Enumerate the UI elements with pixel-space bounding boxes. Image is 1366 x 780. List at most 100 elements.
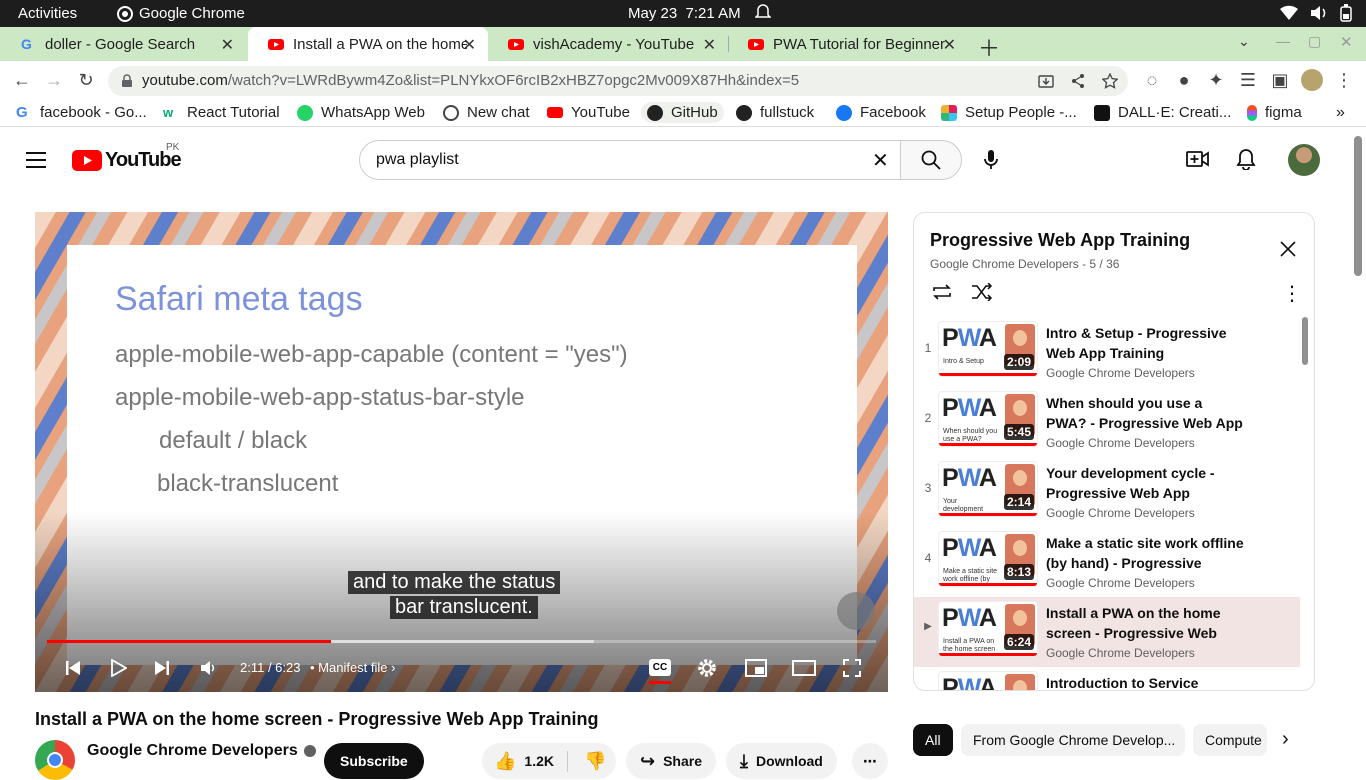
system-tray[interactable] xyxy=(1280,4,1352,22)
bookmark-item[interactable]: w React Tutorial xyxy=(163,104,280,121)
bookmark-item[interactable]: Setup People -... xyxy=(941,104,1077,121)
close-playlist-icon[interactable] xyxy=(1280,241,1296,257)
clear-search-icon[interactable]: ✕ xyxy=(872,148,889,173)
like-count: 1.2K xyxy=(524,753,554,769)
date: May 23 xyxy=(628,5,678,22)
closed-captions-icon[interactable]: CC xyxy=(649,659,671,676)
share-icon[interactable] xyxy=(1070,73,1086,89)
notifications-bell-icon[interactable] xyxy=(1236,148,1256,170)
tab-google-search[interactable]: G doller - Google Search ✕ xyxy=(0,27,246,61)
video-player[interactable]: Safari meta tags apple-mobile-web-app-ca… xyxy=(35,212,888,692)
back-button[interactable]: ← xyxy=(11,69,33,91)
tab-install-pwa[interactable]: Install a PWA on the home screen ✕ xyxy=(248,27,488,61)
forward-button[interactable]: → xyxy=(43,69,65,91)
previous-video-icon[interactable] xyxy=(65,660,81,676)
share-arrow-icon: ↪ xyxy=(640,750,656,771)
chip-all[interactable]: All xyxy=(913,724,953,756)
playlist-menu-icon[interactable]: ⋮ xyxy=(1282,281,1302,306)
bookmark-item[interactable]: GitHub xyxy=(641,102,724,123)
channel-name-link[interactable]: Google Chrome Developers xyxy=(87,742,316,760)
playlist-title[interactable]: Progressive Web App Training xyxy=(930,230,1190,251)
extensions-puzzle-icon[interactable]: ✦ xyxy=(1205,69,1227,91)
bookmark-item[interactable]: WhatsApp Web xyxy=(297,104,425,121)
tab-vishacademy[interactable]: vishAcademy - YouTube ✕ xyxy=(488,27,728,61)
progress-bar[interactable] xyxy=(47,640,876,643)
hamburger-menu-icon[interactable] xyxy=(26,152,46,168)
site-info-icon[interactable] xyxy=(120,74,134,88)
profile-avatar[interactable] xyxy=(1301,69,1323,91)
bookmark-item[interactable]: New chat xyxy=(443,104,530,121)
loop-playlist-icon[interactable] xyxy=(931,283,953,301)
tab-search-button[interactable]: ⌄ xyxy=(1238,33,1250,50)
chip-from-channel[interactable]: From Google Chrome Develop... xyxy=(961,724,1185,756)
volume-icon[interactable] xyxy=(200,660,216,676)
playlist-item-current[interactable]: ▶ PWA Install a PWA on the home screen 6:2… xyxy=(914,597,1300,667)
create-video-icon[interactable] xyxy=(1186,150,1210,168)
chip-computer[interactable]: Compute xyxy=(1193,724,1267,756)
more-actions-button[interactable]: ⋯ xyxy=(852,743,888,779)
address-bar[interactable]: youtube.com/watch?v=LWRdBywm4Zo&list=PLN… xyxy=(108,66,1128,96)
like-dislike-group: 👍 1.2K 👎 xyxy=(482,743,616,779)
reload-button[interactable]: ↻ xyxy=(75,69,97,91)
chips-next-arrow-icon[interactable]: › xyxy=(1282,728,1289,751)
next-video-icon[interactable] xyxy=(154,660,170,676)
maximize-window-button[interactable]: ▢ xyxy=(1308,33,1321,50)
chrome-icon xyxy=(47,752,63,768)
chrome-menu-icon[interactable]: ⋮ xyxy=(1333,69,1355,91)
bookmark-item[interactable]: fullstuck xyxy=(736,104,814,121)
playlist-item[interactable]: 1 PWA Intro & Setup 2:09 Intro & Setup - P… xyxy=(914,317,1300,387)
close-window-button[interactable]: ✕ xyxy=(1340,33,1353,51)
extension-loading-icon[interactable]: ◌ xyxy=(1141,69,1163,91)
close-tab-icon[interactable]: ✕ xyxy=(221,35,234,55)
playlist-item[interactable]: 3 PWAYour development cycle2:14 Your dev… xyxy=(914,457,1300,527)
new-tab-button[interactable]: ＋ xyxy=(978,31,1000,63)
download-button[interactable]: ⤓ Download xyxy=(726,743,837,779)
bookmark-item[interactable]: Facebook xyxy=(836,104,926,121)
subscribe-button[interactable]: Subscribe xyxy=(324,743,424,779)
shuffle-playlist-icon[interactable] xyxy=(971,283,993,301)
bookmark-item[interactable]: DALL·E: Creati... xyxy=(1094,104,1231,121)
youtube-logo[interactable]: YouTube xyxy=(72,149,182,172)
install-app-icon[interactable] xyxy=(1038,73,1054,89)
wifi-icon xyxy=(1280,5,1298,21)
extension-circle-icon[interactable]: ● xyxy=(1173,69,1195,91)
playlist-item[interactable]: PWA Introduction to Service Worker xyxy=(914,667,1300,690)
channel-avatar[interactable] xyxy=(35,740,75,780)
thumbs-down-icon[interactable]: 👎 xyxy=(584,751,606,772)
playlist-item-index: 4 xyxy=(924,551,932,565)
search-button[interactable] xyxy=(900,140,962,180)
settings-gear-icon[interactable] xyxy=(697,658,717,678)
share-button[interactable]: ↪ Share xyxy=(626,743,717,779)
bookmark-item[interactable]: Gfacebook - Go... xyxy=(16,104,147,121)
miniplayer-icon[interactable] xyxy=(745,659,767,677)
playlist-scrollbar[interactable] xyxy=(1302,317,1308,365)
user-avatar[interactable] xyxy=(1288,144,1320,176)
activities-button[interactable]: Activities xyxy=(18,5,77,22)
thumbnail-caption: Install a PWA on the home screen xyxy=(943,638,996,653)
media-controls-icon[interactable]: ☰ xyxy=(1237,69,1259,91)
active-app-indicator[interactable]: Google Chrome xyxy=(117,5,245,22)
clock[interactable]: May 23 7:21 AM xyxy=(628,5,741,22)
fullscreen-icon[interactable] xyxy=(843,659,861,677)
page-scrollbar[interactable] xyxy=(1354,136,1362,276)
github-icon xyxy=(647,104,663,121)
search-input[interactable]: pwa playlist xyxy=(359,140,901,180)
side-panel-icon[interactable]: ▣ xyxy=(1269,69,1291,91)
chapter-title[interactable]: • Manifest file › xyxy=(310,660,396,675)
like-button[interactable]: 👍 1.2K xyxy=(482,750,568,772)
playlist-item[interactable]: 2 PWA When should you use a PWA? 5:45 When… xyxy=(914,387,1300,457)
close-tab-icon[interactable]: ✕ xyxy=(463,35,476,55)
bookmark-item[interactable]: figma xyxy=(1247,104,1302,121)
close-tab-icon[interactable]: ✕ xyxy=(943,35,956,55)
branding-watermark[interactable] xyxy=(837,592,875,630)
bookmark-item[interactable]: YouTube xyxy=(547,104,630,121)
theater-mode-icon[interactable] xyxy=(792,660,816,676)
close-tab-icon[interactable]: ✕ xyxy=(703,35,716,55)
tab-pwa-tutorial[interactable]: PWA Tutorial for Beginners ✕ xyxy=(728,27,968,61)
more-bookmarks-button[interactable]: » xyxy=(1336,104,1345,122)
minimize-window-button[interactable]: — xyxy=(1276,33,1290,49)
playlist-item[interactable]: 4 PWA Make a static site work offline (by… xyxy=(914,527,1300,597)
play-icon[interactable] xyxy=(111,659,127,677)
microphone-icon[interactable] xyxy=(983,150,999,170)
bookmark-star-icon[interactable] xyxy=(1102,73,1118,89)
